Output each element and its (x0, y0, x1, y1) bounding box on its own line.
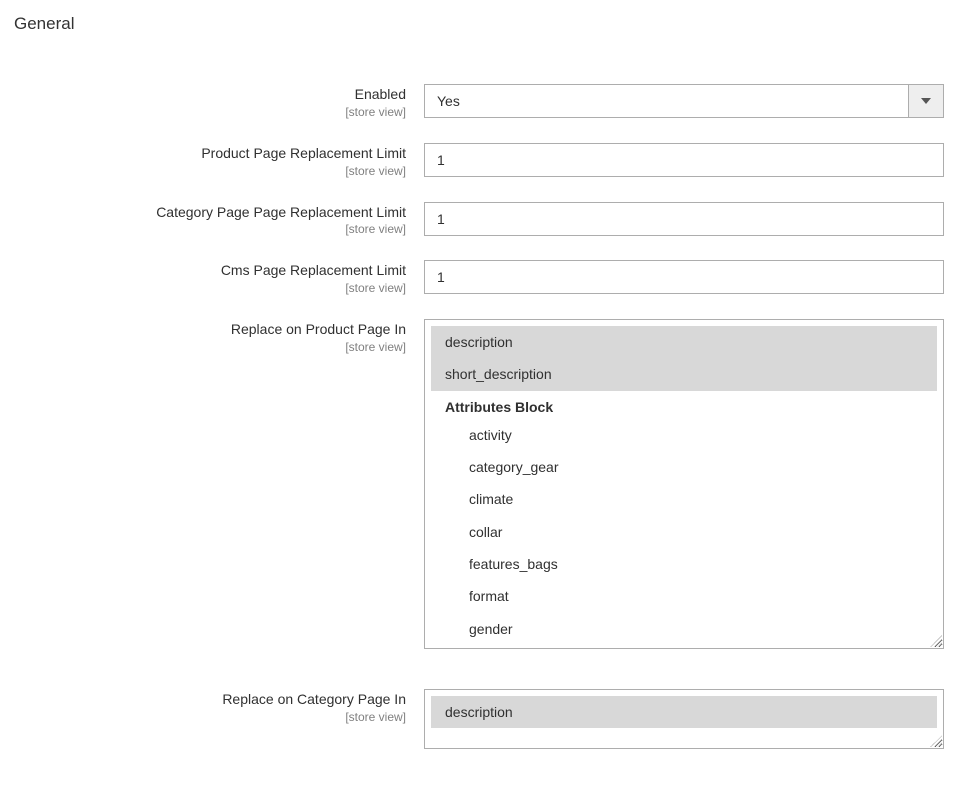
replace-category-label: Replace on Category Page In (222, 691, 406, 707)
section-title: General (14, 14, 951, 34)
replace-category-multiselect[interactable]: description (424, 689, 944, 749)
multiselect-option[interactable]: activity (431, 419, 937, 451)
multiselect-option[interactable]: format (431, 580, 937, 612)
multiselect-group-label: Attributes Block (431, 391, 937, 419)
chevron-down-icon (921, 98, 931, 104)
label-col: Cms Page Replacement Limit [store view] (14, 260, 424, 295)
field-row-category-limit: Category Page Page Replacement Limit [st… (14, 202, 951, 237)
product-limit-input[interactable] (424, 143, 944, 177)
multiselect-option[interactable]: features_bags (431, 548, 937, 580)
cms-limit-label: Cms Page Replacement Limit (221, 262, 406, 278)
enabled-label: Enabled (355, 86, 406, 102)
enabled-select[interactable]: Yes (424, 84, 944, 118)
label-col: Product Page Replacement Limit [store vi… (14, 143, 424, 178)
label-col: Enabled [store view] (14, 84, 424, 119)
product-limit-label: Product Page Replacement Limit (201, 145, 406, 161)
scope-label: [store view] (14, 710, 406, 724)
scope-label: [store view] (14, 105, 406, 119)
multiselect-option[interactable]: description (431, 326, 937, 358)
enabled-select-value: Yes (425, 85, 908, 117)
field-row-product-limit: Product Page Replacement Limit [store vi… (14, 143, 951, 178)
scope-label: [store view] (14, 281, 406, 295)
label-col: Replace on Product Page In [store view] (14, 319, 424, 354)
replace-product-label: Replace on Product Page In (231, 321, 406, 337)
field-row-cms-limit: Cms Page Replacement Limit [store view] (14, 260, 951, 295)
multiselect-option[interactable]: category_gear (431, 451, 937, 483)
scope-label: [store view] (14, 340, 406, 354)
scope-label: [store view] (14, 164, 406, 178)
field-row-replace-product: Replace on Product Page In [store view] … (14, 319, 951, 649)
enabled-select-toggle[interactable] (908, 85, 943, 117)
multiselect-option[interactable]: collar (431, 516, 937, 548)
multiselect-scrollarea[interactable]: description (425, 690, 943, 748)
multiselect-option[interactable]: short_description (431, 358, 937, 390)
label-col: Replace on Category Page In [store view] (14, 689, 424, 724)
replace-product-multiselect[interactable]: descriptionshort_descriptionAttributes B… (424, 319, 944, 649)
multiselect-scrollarea[interactable]: descriptionshort_descriptionAttributes B… (425, 320, 943, 648)
multiselect-option[interactable]: description (431, 696, 937, 728)
multiselect-option[interactable]: climate (431, 483, 937, 515)
scope-label: [store view] (14, 222, 406, 236)
field-row-enabled: Enabled [store view] Yes (14, 84, 951, 119)
field-row-replace-category: Replace on Category Page In [store view]… (14, 689, 951, 749)
cms-limit-input[interactable] (424, 260, 944, 294)
category-limit-input[interactable] (424, 202, 944, 236)
multiselect-option[interactable]: gender (431, 613, 937, 645)
category-limit-label: Category Page Page Replacement Limit (156, 204, 406, 220)
label-col: Category Page Page Replacement Limit [st… (14, 202, 424, 237)
